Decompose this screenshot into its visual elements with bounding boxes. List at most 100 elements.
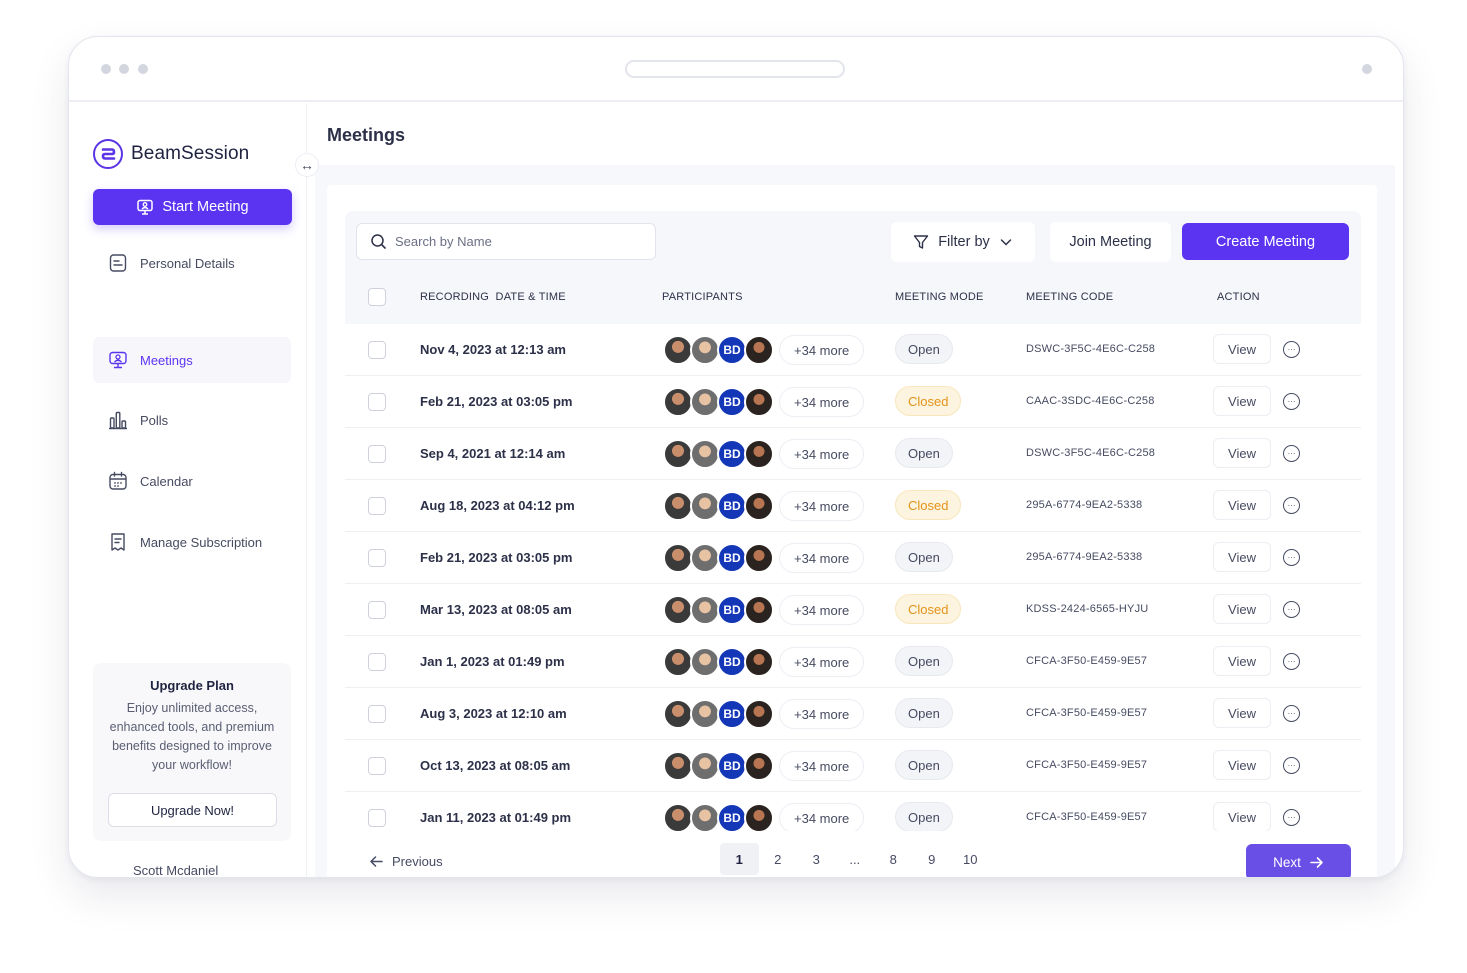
page-number[interactable]: 1: [720, 843, 759, 875]
participants[interactable]: BD +34 more: [663, 751, 865, 781]
page-number[interactable]: 8: [874, 843, 913, 875]
logo[interactable]: BeamSession: [93, 139, 249, 169]
more-options-icon[interactable]: ···: [1283, 653, 1300, 670]
more-participants-badge[interactable]: +34 more: [779, 387, 865, 417]
view-button[interactable]: View: [1213, 802, 1271, 831]
more-options-icon[interactable]: ···: [1283, 497, 1300, 514]
more-participants-badge[interactable]: +34 more: [779, 543, 865, 573]
view-button[interactable]: View: [1213, 646, 1271, 676]
more-participants-badge[interactable]: +34 more: [779, 439, 865, 469]
more-options-icon[interactable]: ···: [1283, 705, 1300, 722]
previous-button[interactable]: Previous: [369, 854, 443, 869]
participants[interactable]: BD +34 more: [663, 543, 865, 573]
more-options-icon[interactable]: ···: [1283, 757, 1300, 774]
participants[interactable]: BD +34 more: [663, 647, 865, 677]
page-number[interactable]: 9: [913, 843, 952, 875]
view-button[interactable]: View: [1213, 750, 1271, 780]
participants[interactable]: BD +34 more: [663, 595, 865, 625]
view-button[interactable]: View: [1213, 334, 1271, 364]
row-checkbox[interactable]: [368, 705, 386, 723]
address-bar[interactable]: [625, 60, 845, 78]
row-checkbox[interactable]: [368, 549, 386, 567]
avatar: [690, 387, 720, 417]
avatar-initials: BD: [717, 595, 747, 625]
sidebar-item-calendar[interactable]: Calendar: [93, 458, 291, 504]
page-number[interactable]: 10: [951, 843, 990, 875]
avatar: [663, 751, 693, 781]
upgrade-now-button[interactable]: Upgrade Now!: [108, 793, 277, 827]
row-checkbox[interactable]: [368, 757, 386, 775]
page-number[interactable]: 2: [759, 843, 798, 875]
meeting-code: CFCA-3F50-E459-9E57: [1026, 655, 1148, 667]
sidebar-item-polls[interactable]: Polls: [93, 397, 291, 443]
row-checkbox[interactable]: [368, 601, 386, 619]
more-participants-badge[interactable]: +34 more: [779, 595, 865, 625]
create-meeting-button[interactable]: Create Meeting: [1182, 223, 1349, 260]
participants[interactable]: BD +34 more: [663, 491, 865, 521]
view-button[interactable]: View: [1213, 698, 1271, 728]
participants[interactable]: BD +34 more: [663, 387, 865, 417]
more-options-icon[interactable]: ···: [1283, 393, 1300, 410]
view-button[interactable]: View: [1213, 594, 1271, 624]
avatar: [690, 803, 720, 831]
more-options-icon[interactable]: ···: [1283, 549, 1300, 566]
more-participants-badge[interactable]: +34 more: [779, 803, 865, 831]
row-checkbox[interactable]: [368, 653, 386, 671]
collapse-sidebar-icon[interactable]: ↔: [295, 153, 319, 177]
row-checkbox[interactable]: [368, 445, 386, 463]
start-meeting-button[interactable]: Start Meeting: [93, 189, 292, 225]
row-checkbox[interactable]: [368, 497, 386, 515]
join-meeting-button[interactable]: Join Meeting: [1050, 222, 1171, 262]
sidebar-item-manage-subscription[interactable]: Manage Subscription: [93, 519, 291, 565]
more-options-icon[interactable]: ···: [1283, 809, 1300, 826]
view-button[interactable]: View: [1213, 386, 1271, 416]
table-row: Aug 3, 2023 at 12:10 am BD +34 more Open…: [345, 688, 1361, 740]
meeting-mode-badge: Open: [895, 334, 953, 364]
more-participants-badge[interactable]: +34 more: [779, 699, 865, 729]
more-participants-badge[interactable]: +34 more: [779, 335, 865, 365]
avatar: [663, 803, 693, 831]
sidebar-item-personal-details[interactable]: Personal Details: [93, 240, 291, 286]
avatar: [744, 751, 774, 781]
table-row: Nov 4, 2023 at 12:13 am BD +34 more Open…: [345, 324, 1361, 376]
filter-by-button[interactable]: Filter by: [891, 222, 1035, 262]
participants[interactable]: BD +34 more: [663, 803, 865, 831]
avatar-initials: BD: [717, 439, 747, 469]
meeting-date: Oct 13, 2023 at 08:05 am: [420, 758, 571, 773]
meeting-date: Aug 18, 2023 at 04:12 pm: [420, 498, 575, 513]
view-button[interactable]: View: [1213, 490, 1271, 520]
participants[interactable]: BD +34 more: [663, 335, 865, 365]
row-checkbox[interactable]: [368, 809, 386, 827]
more-options-icon[interactable]: ···: [1283, 445, 1300, 462]
next-button[interactable]: Next: [1246, 844, 1351, 877]
row-checkbox[interactable]: [368, 341, 386, 359]
user-name[interactable]: Scott Mcdaniel: [133, 863, 218, 877]
more-participants-badge[interactable]: +34 more: [779, 491, 865, 521]
window-dot: [119, 64, 129, 74]
page-number[interactable]: 3: [797, 843, 836, 875]
sidebar-item-label: Polls: [140, 412, 169, 428]
search-input[interactable]: [395, 234, 635, 249]
more-participants-badge[interactable]: +34 more: [779, 751, 865, 781]
participants[interactable]: BD +34 more: [663, 699, 865, 729]
more-participants-badge[interactable]: +34 more: [779, 647, 865, 677]
avatar: [663, 647, 693, 677]
view-button[interactable]: View: [1213, 438, 1271, 468]
row-checkbox[interactable]: [368, 393, 386, 411]
window-dot: [1362, 64, 1372, 74]
avatar-initials: BD: [717, 491, 747, 521]
view-button[interactable]: View: [1213, 542, 1271, 572]
more-options-icon[interactable]: ···: [1283, 601, 1300, 618]
sidebar-item-label: Manage Subscription: [140, 534, 263, 550]
participants[interactable]: BD +34 more: [663, 439, 865, 469]
avatar: [744, 595, 774, 625]
avatar: [690, 751, 720, 781]
select-all-checkbox[interactable]: [368, 288, 386, 306]
sidebar-item-meetings[interactable]: Meetings: [93, 337, 291, 383]
meeting-mode-badge: Closed: [895, 594, 962, 624]
search-box[interactable]: [356, 223, 656, 260]
meeting-mode-badge: Open: [895, 438, 953, 468]
avatar: [744, 803, 774, 831]
avatar: [744, 699, 774, 729]
more-options-icon[interactable]: ···: [1283, 341, 1300, 358]
